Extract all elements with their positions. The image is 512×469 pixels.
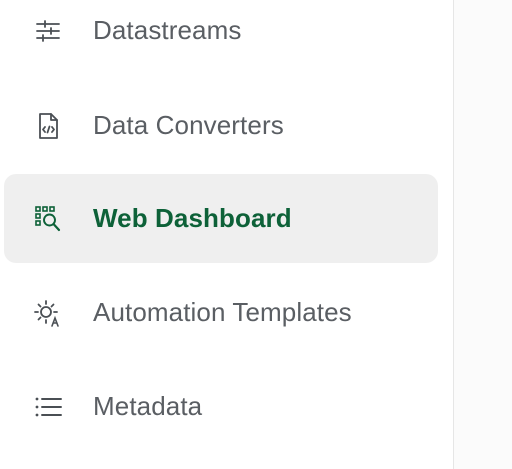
- sidebar: Datastreams Data Converters Web Dashboar…: [0, 0, 454, 469]
- dashboard-search-icon: [32, 203, 64, 235]
- sidebar-item-label: Metadata: [93, 391, 203, 421]
- sidebar-item-web-dashboard[interactable]: Web Dashboard: [4, 174, 438, 263]
- sidebar-item-label: Automation Templates: [93, 297, 352, 327]
- main-content-area: [454, 0, 512, 469]
- sidebar-item-label: Data Converters: [93, 110, 284, 140]
- datastreams-icon: [32, 15, 64, 47]
- sidebar-item-data-converters[interactable]: Data Converters: [4, 81, 438, 170]
- list-icon: [32, 391, 64, 423]
- sidebar-item-automation-templates[interactable]: Automation Templates: [4, 268, 438, 357]
- sidebar-item-datastreams[interactable]: Datastreams: [4, 0, 438, 75]
- automation-sun-icon: [32, 297, 64, 329]
- code-file-icon: [32, 110, 64, 142]
- sidebar-item-metadata[interactable]: Metadata: [4, 362, 438, 451]
- sidebar-item-label: Web Dashboard: [93, 203, 292, 233]
- sidebar-item-label: Datastreams: [93, 15, 242, 45]
